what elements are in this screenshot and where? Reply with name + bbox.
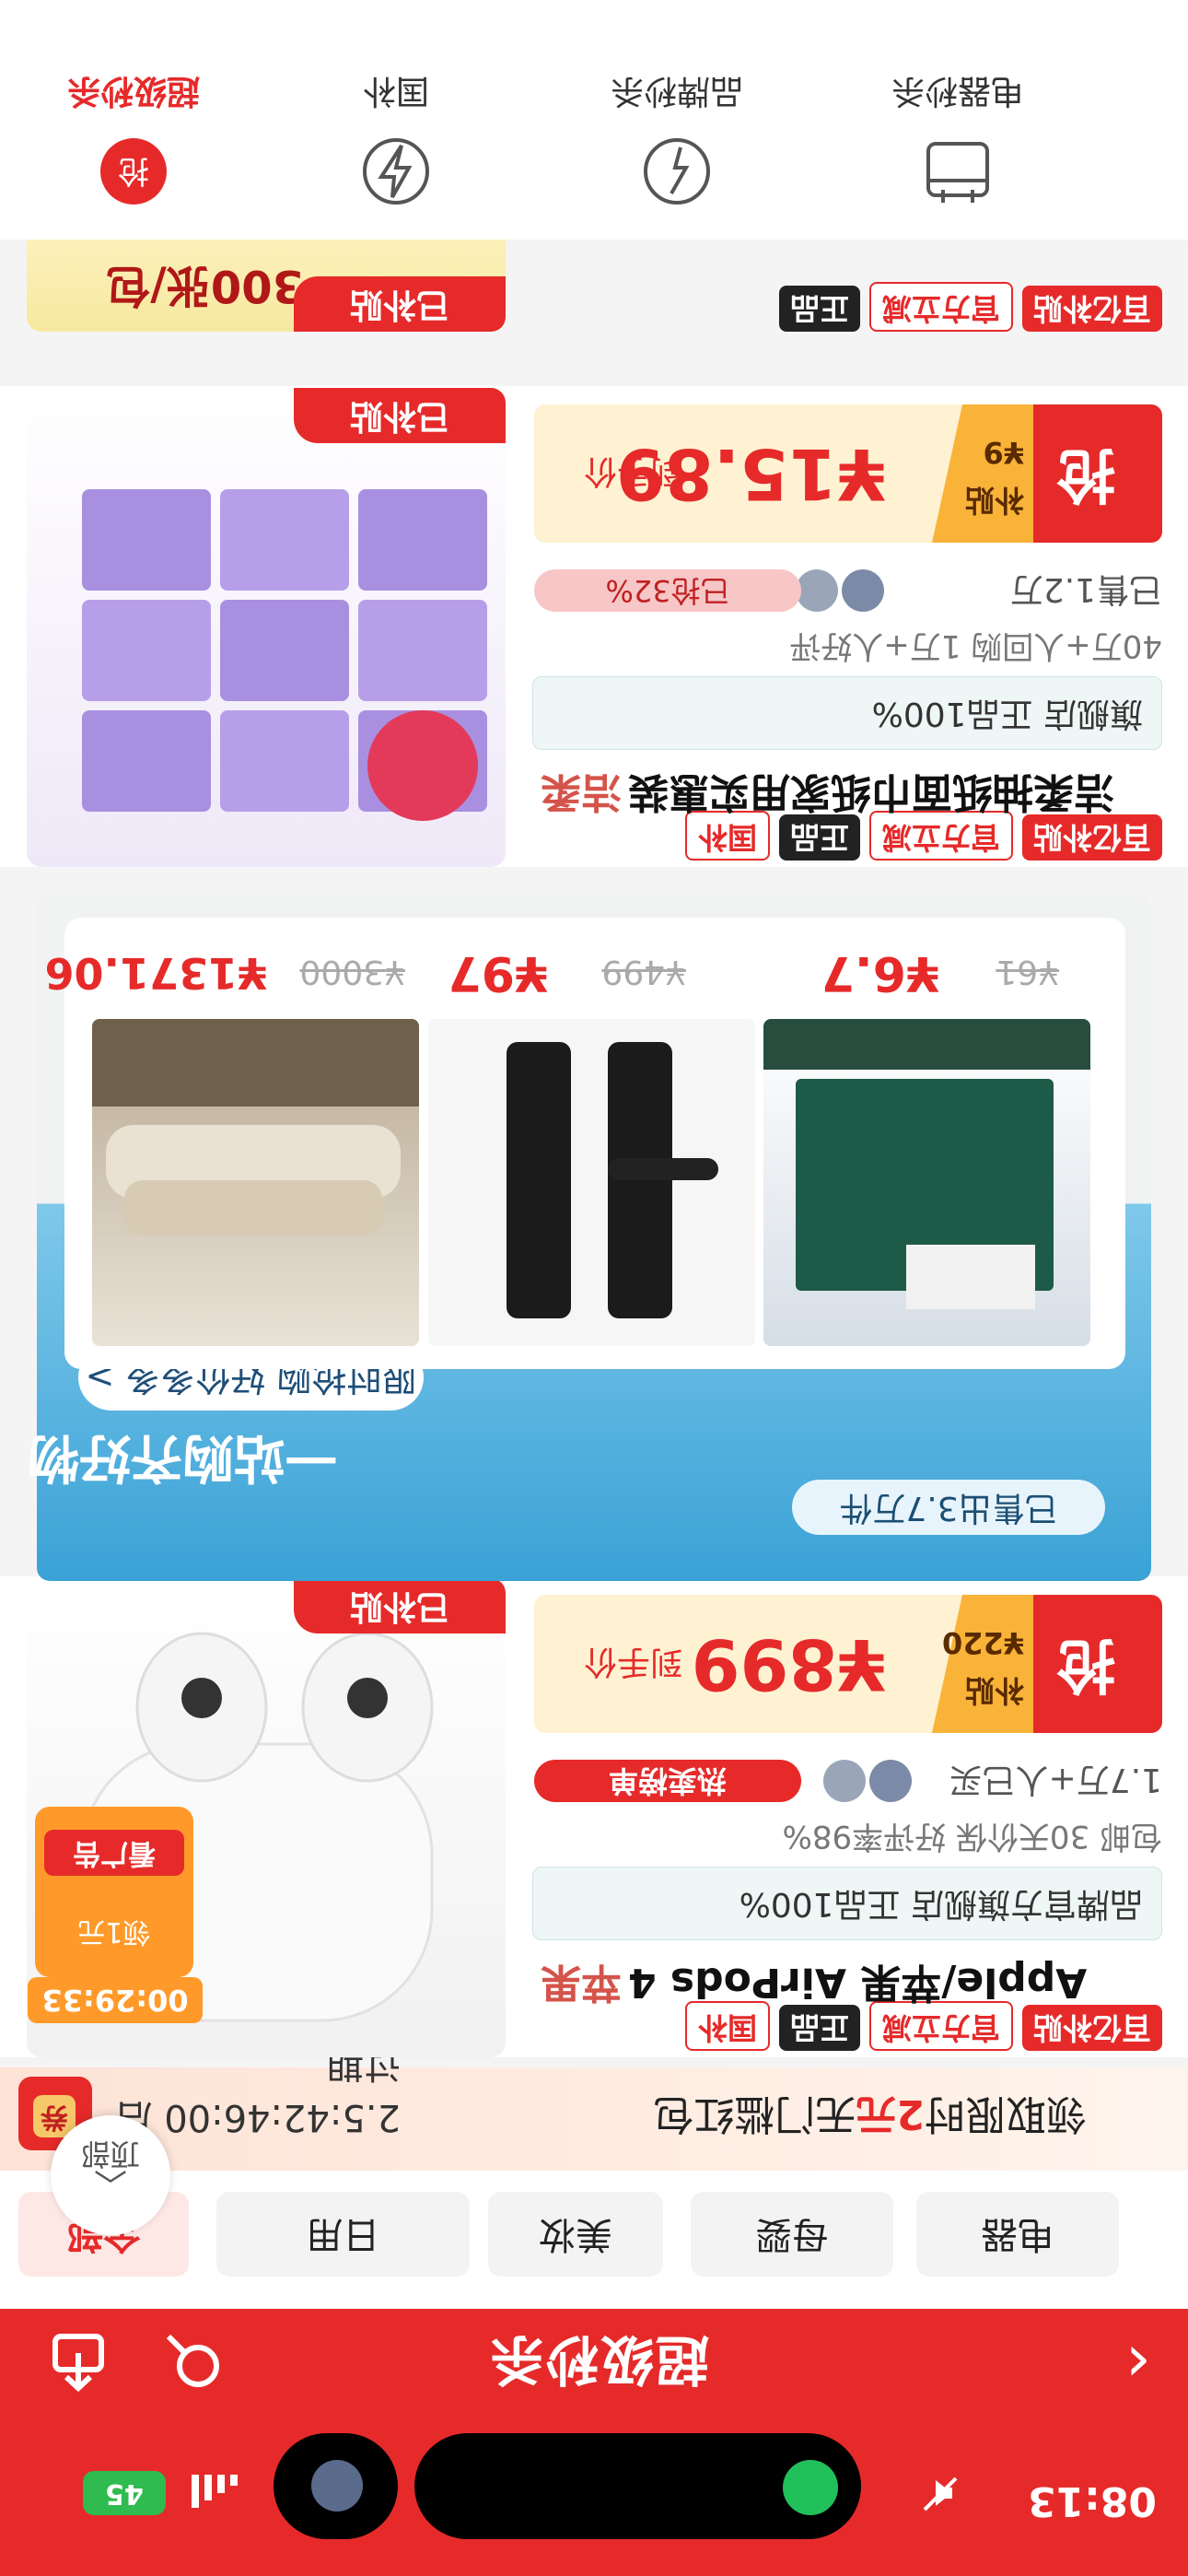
- status-time: 08:13: [1027, 2477, 1157, 2524]
- promo-item-image[interactable]: [92, 1019, 419, 1346]
- page-title: 超级秒杀: [488, 2328, 710, 2391]
- promo-old-price: ¥61: [996, 953, 1059, 990]
- battery-indicator: 45: [83, 2471, 166, 2515]
- reward-countdown: 00:29:33: [28, 1977, 203, 2023]
- back-to-top-button[interactable]: ︿ 顶部: [51, 2115, 170, 2235]
- coupon-text: 领取限时2元无门槛红包: [653, 2090, 1087, 2137]
- filter-chip-daily[interactable]: 日用: [216, 2192, 470, 2277]
- flame-icon: 抢: [97, 135, 170, 208]
- signal-icon: [184, 2473, 239, 2510]
- filter-chip-beauty[interactable]: 美妆: [488, 2192, 663, 2277]
- promo-price: ¥6.7: [821, 945, 939, 1001]
- final-price-label: 到手价: [583, 1643, 683, 1680]
- subsidy-badge: 已补贴: [294, 388, 506, 443]
- tag-row: 百亿补贴官方立减正品: [770, 280, 1162, 332]
- promo-old-price: ¥3000: [299, 953, 405, 990]
- brand-label: 洁柔: [541, 768, 622, 815]
- promo-old-price: ¥499: [601, 953, 686, 990]
- promo-price: ¥1371.06: [44, 948, 267, 998]
- tab-national-subsidy[interactable]: 国补: [304, 33, 488, 208]
- feature-line: 包邮 30天价保 好评率98%: [782, 1818, 1162, 1855]
- filter-chip-baby[interactable]: 母婴: [691, 2192, 893, 2277]
- buyer-avatar: [796, 569, 838, 612]
- buyer-avatar: [842, 569, 884, 612]
- promo-price: ¥97: [448, 945, 548, 1001]
- rank-pill: 热卖榜单: [534, 1760, 801, 1802]
- promo-title: 一站购齐好物: [28, 1427, 337, 1487]
- official-store-line: 品牌官方旗舰店 正品100%: [532, 1867, 1162, 1940]
- subsidy-amount: 补贴 ¥9: [964, 435, 1024, 518]
- final-price: ¥899: [691, 1623, 886, 1705]
- chevron-up-icon: ︿: [94, 2165, 128, 2203]
- product-title[interactable]: 洁柔抽纸面巾纸家用实惠装: [628, 759, 1162, 824]
- final-price: ¥15.89: [615, 433, 886, 515]
- product-image[interactable]: 已补贴: [27, 388, 506, 867]
- stock-progress: 已抢32%: [534, 569, 801, 612]
- tag: 官方立减: [868, 282, 1013, 332]
- product-title[interactable]: Apple/苹果 AirPods 4: [628, 1950, 1162, 2014]
- subsidy-badge: 已补贴: [294, 276, 506, 332]
- album-art-icon: [311, 2460, 363, 2512]
- promo-item-image[interactable]: [763, 1019, 1090, 1346]
- sales-count: 1.7万+人已买: [949, 1761, 1162, 1798]
- ad-reward-widget[interactable]: 领1元 看广告: [35, 1807, 193, 1977]
- tab-appliance-seckill[interactable]: 电器秒杀: [866, 33, 1050, 208]
- promo-sold-line: 已售出3.7万件: [792, 1480, 1105, 1535]
- tab-super-seckill[interactable]: 抢 超级秒杀: [41, 33, 226, 208]
- app-activity-icon: [783, 2460, 838, 2515]
- back-icon[interactable]: ‹: [1096, 2326, 1151, 2402]
- share-icon[interactable]: [46, 2329, 111, 2394]
- music-activity: [274, 2433, 398, 2539]
- svg-text:抢: 抢: [118, 152, 149, 189]
- tag: 正品: [778, 286, 860, 332]
- bolt-icon: [359, 135, 433, 208]
- promo-item-image[interactable]: [428, 1019, 755, 1346]
- calendar-icon: [921, 135, 995, 208]
- price-strip[interactable]: 抢 补贴 ¥220 ¥899 到手价: [534, 1595, 1162, 1733]
- official-store-line: 旗舰店 正品100%: [532, 676, 1162, 750]
- product-image-text: 300张/包: [106, 260, 303, 311]
- final-price-label: 到手价: [583, 452, 683, 490]
- search-icon[interactable]: [161, 2329, 226, 2394]
- subsidy-amount: 补贴 ¥220: [941, 1625, 1024, 1708]
- brand-label: 苹果: [541, 1959, 622, 2006]
- lightning-icon: [640, 135, 714, 208]
- filter-chip-appliance[interactable]: 电器: [916, 2192, 1119, 2277]
- sales-count: 已售1.2万: [1009, 570, 1162, 608]
- mute-icon: [921, 2475, 958, 2512]
- price-strip[interactable]: 抢 补贴 ¥9 ¥15.89 到手价: [534, 404, 1162, 543]
- buyer-avatar: [823, 1760, 866, 1802]
- tab-brand-seckill[interactable]: 品牌秒杀: [585, 33, 769, 208]
- feature-line: 40万+人回购 1万+人好评: [789, 627, 1162, 664]
- subsidy-badge: 已补贴: [294, 1578, 506, 1633]
- tag: 百亿补贴: [1021, 286, 1162, 332]
- buyer-avatar: [869, 1760, 912, 1802]
